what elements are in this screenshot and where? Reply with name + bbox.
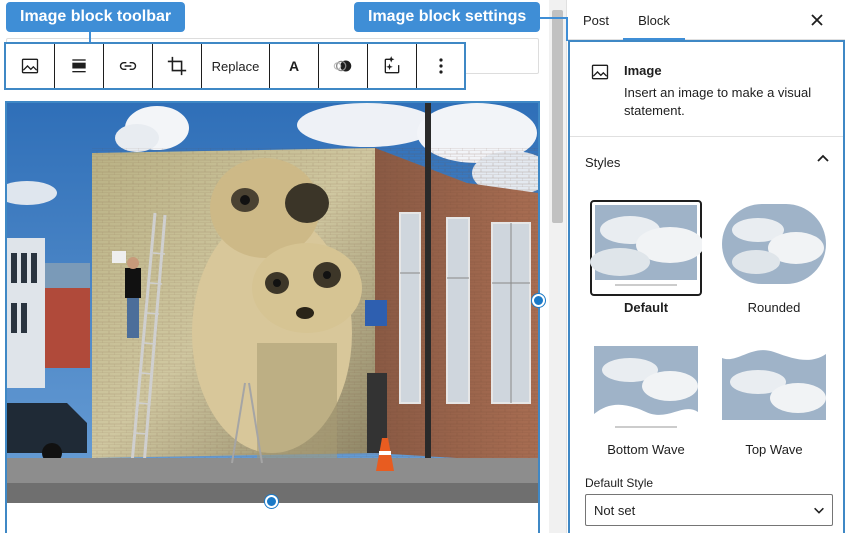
image-block[interactable] [5,101,540,533]
ai-sparkle-icon [384,56,400,74]
duotone-button[interactable] [319,44,368,88]
tab-block-label: Block [638,12,670,28]
style-label-default: Default [623,300,669,315]
block-card: Image Insert an image to make a visual s… [570,42,843,137]
style-label-rounded: Rounded [747,300,801,315]
style-preview-top-wave [722,350,826,420]
scrollbar-thumb[interactable] [552,10,563,223]
chevron-down-icon [814,507,824,514]
block-description: Insert an image to make a visual stateme… [624,85,812,118]
meerkat-mural-photo [7,103,538,503]
resize-handle-bottom[interactable] [265,495,278,508]
align-icon [72,59,86,73]
image-icon [21,58,39,74]
style-label-bottom-wave: Bottom Wave [607,442,685,457]
image-icon [591,64,609,80]
chevron-up-icon [817,154,829,162]
block-type-button[interactable] [6,44,55,88]
close-sidebar-button[interactable] [805,8,829,32]
link-button[interactable] [104,44,153,88]
annotation-settings-pointer-h [539,17,567,19]
duotone-icon [333,60,352,72]
style-preview-rounded [722,204,826,284]
annotation-toolbar-label: Image block toolbar [20,8,172,25]
annotation-toolbar: Image block toolbar [6,2,186,32]
styles-title: Styles [585,155,621,170]
annotation-toolbar-pointer [89,32,91,42]
image-block-settings: Image Insert an image to make a visual s… [568,40,845,533]
resize-handle-right[interactable] [532,294,545,307]
editor-canvas: Image block toolbar Replace A [0,0,566,533]
more-options-icon [438,58,443,74]
settings-sidebar: Post Block Image Insert an image to make… [566,0,845,533]
style-preview-bottom-wave [594,346,698,428]
ai-edit-button[interactable] [368,44,417,88]
default-style-label: Default Style [585,476,654,490]
more-options-button[interactable] [417,44,464,88]
annotation-settings-pointer-v [566,17,568,41]
crop-icon [167,56,187,76]
tab-post[interactable]: Post [575,0,617,40]
default-style-select[interactable]: Not set [585,494,833,526]
close-icon [811,14,823,26]
tab-post-label: Post [582,12,609,28]
style-preview-default [590,200,702,296]
tab-block[interactable]: Block [623,0,685,41]
replace-button[interactable]: Replace [202,44,270,88]
align-button[interactable] [55,44,104,88]
text-overlay-icon: A [288,58,300,74]
styles-panel-toggle[interactable]: Styles [570,137,843,185]
style-label-top-wave: Top Wave [745,442,803,457]
image-block-toolbar: Replace A [4,42,466,90]
annotation-settings-label: Image block settings [368,8,527,25]
block-title: Image [624,63,662,78]
text-overlay-button[interactable]: A [270,44,319,88]
annotation-settings: Image block settings [354,2,541,32]
default-style-value: Not set [594,502,636,518]
sidebar-tabs: Post Block [567,0,845,41]
link-icon [119,61,137,71]
canvas-scrollbar[interactable] [549,0,566,533]
replace-label: Replace [211,58,260,74]
crop-button[interactable] [153,44,202,88]
